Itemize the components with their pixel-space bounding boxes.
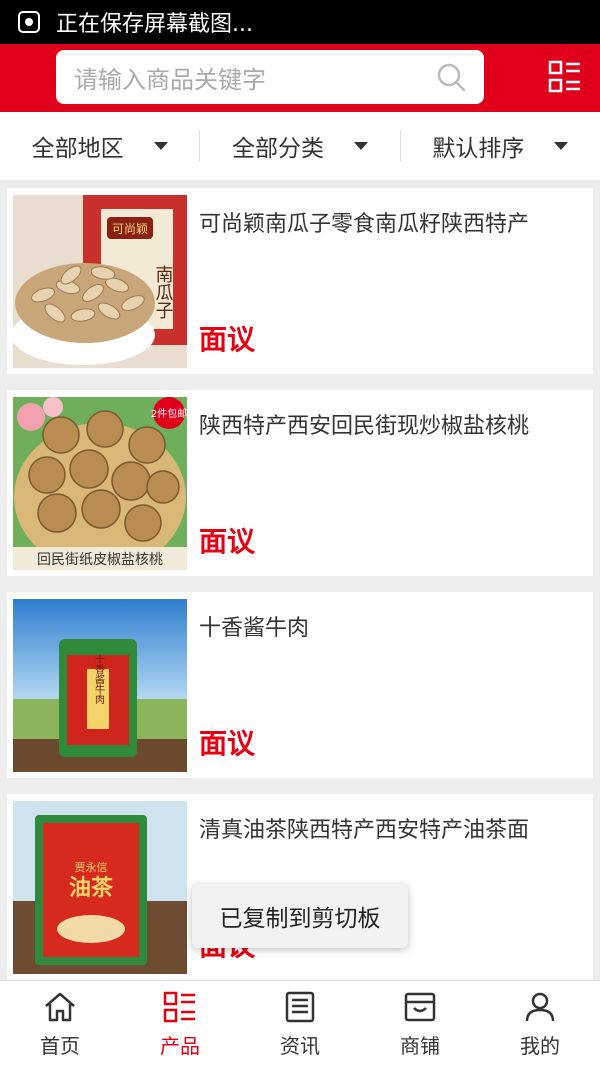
product-card[interactable]: 十香酱牛肉 十香酱牛肉 面议 xyxy=(7,592,593,778)
pack-text: 十香酱牛肉 xyxy=(93,653,105,704)
product-title[interactable]: 十香酱牛肉 xyxy=(199,610,579,642)
category-menu-icon[interactable] xyxy=(548,60,582,94)
tab-home[interactable]: 首页 xyxy=(0,981,120,1067)
product-price: 面议 xyxy=(199,323,256,356)
caret-down-icon xyxy=(153,142,168,150)
shop-icon xyxy=(404,992,436,1021)
product-price: 面议 xyxy=(199,727,256,760)
tab-label: 我的 xyxy=(520,1033,560,1058)
tab-label: 首页 xyxy=(40,1033,80,1058)
tab-profile[interactable]: 我的 xyxy=(480,981,600,1067)
screenshot-icon xyxy=(18,11,40,33)
tab-news[interactable]: 资讯 xyxy=(240,981,360,1067)
toast: 已复制到剪切板 xyxy=(192,884,408,948)
status-text: 正在保存屏幕截图... xyxy=(56,12,253,37)
news-icon xyxy=(285,991,315,1022)
tab-label: 产品 xyxy=(160,1033,200,1058)
caption-text: 回民街纸皮椒盐核桃 xyxy=(37,552,163,568)
product-image[interactable]: 可尚颖 南瓜子 xyxy=(13,195,187,368)
product-title[interactable]: 陕西特产西安回民街现炒椒盐核桃 xyxy=(199,408,579,440)
caret-down-icon xyxy=(353,142,368,150)
search-header: 请输入商品关键字 xyxy=(0,44,600,112)
product-title[interactable]: 清真油茶陕西特产西安特产油茶面 xyxy=(199,812,579,844)
product-list: 可尚颖 南瓜子 可尚颖南瓜子零食南瓜籽陕西特产 面议 2件包邮 回民街纸皮椒盐核… xyxy=(0,180,600,980)
filter-label: 全部地区 xyxy=(31,136,124,162)
caret-down-icon xyxy=(554,142,569,150)
product-price: 面议 xyxy=(199,525,256,558)
product-title[interactable]: 可尚颖南瓜子零食南瓜籽陕西特产 xyxy=(199,206,579,238)
brand-text: 可尚颖 xyxy=(112,222,148,236)
product-card[interactable]: 2件包邮 回民街纸皮椒盐核桃 陕西特产西安回民街现炒椒盐核桃 面议 xyxy=(7,390,593,576)
search-icon[interactable] xyxy=(436,62,466,92)
user-icon xyxy=(525,992,555,1021)
badge-text: 2件包邮 xyxy=(151,407,187,420)
filter-label: 全部分类 xyxy=(231,136,324,162)
filter-sort[interactable]: 默认排序 xyxy=(401,112,600,180)
filter-label: 默认排序 xyxy=(432,136,525,162)
tab-label: 资讯 xyxy=(280,1033,320,1058)
search-input[interactable]: 请输入商品关键字 xyxy=(56,50,484,104)
filter-category[interactable]: 全部分类 xyxy=(200,112,399,180)
status-bar: 正在保存屏幕截图... xyxy=(0,0,600,44)
pack-text: 油茶 xyxy=(69,876,114,901)
product-image[interactable]: 2件包邮 回民街纸皮椒盐核桃 xyxy=(13,397,187,570)
product-image[interactable]: 十香酱牛肉 xyxy=(13,599,187,772)
bottom-tab-bar: 首页 产品 资讯 商铺 我的 xyxy=(0,980,600,1067)
brand-text: 贾永信 xyxy=(75,860,108,874)
filter-region[interactable]: 全部地区 xyxy=(0,112,199,180)
search-placeholder: 请输入商品关键字 xyxy=(74,65,266,94)
tab-label: 商铺 xyxy=(400,1033,440,1058)
tab-products[interactable]: 产品 xyxy=(120,981,240,1067)
product-card[interactable]: 可尚颖 南瓜子 可尚颖南瓜子零食南瓜籽陕西特产 面议 xyxy=(7,188,593,374)
filter-bar: 全部地区 全部分类 默认排序 xyxy=(0,112,600,180)
home-icon xyxy=(45,992,75,1021)
side-text: 南瓜子 xyxy=(153,265,174,319)
list-icon xyxy=(163,991,195,1022)
tab-shops[interactable]: 商铺 xyxy=(360,981,480,1067)
product-image[interactable]: 贾永信 油茶 xyxy=(13,801,187,974)
